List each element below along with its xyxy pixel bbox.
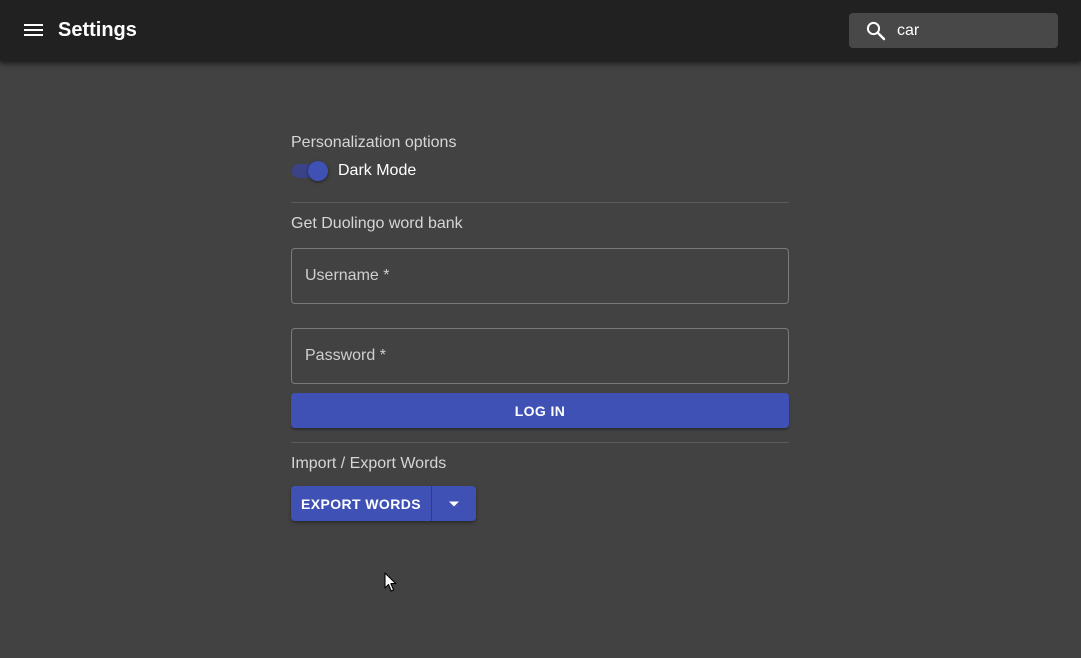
divider [291, 442, 789, 443]
dark-mode-toggle-row[interactable]: Dark Mode [291, 159, 416, 183]
search-icon [864, 19, 888, 43]
switch-thumb [308, 161, 328, 181]
username-input[interactable] [305, 249, 775, 303]
export-options-button[interactable] [432, 486, 476, 521]
mouse-cursor-icon [384, 572, 398, 593]
login-button[interactable]: LOG IN [291, 393, 789, 428]
username-field [291, 248, 789, 304]
search-box [849, 13, 1058, 48]
export-split-button: EXPORT WORDS [291, 486, 476, 521]
arrow-drop-down-icon [447, 496, 461, 511]
duolingo-title: Get Duolingo word bank [291, 215, 463, 232]
password-input[interactable] [305, 329, 775, 383]
divider [291, 202, 789, 203]
hamburger-menu-icon[interactable] [20, 17, 48, 45]
import-export-title: Import / Export Words [291, 455, 447, 472]
dark-mode-label: Dark Mode [338, 162, 417, 179]
search-input[interactable] [897, 13, 1047, 48]
dark-mode-switch[interactable] [291, 160, 329, 182]
password-field [291, 328, 789, 384]
personalization-title: Personalization options [291, 134, 457, 151]
export-words-button[interactable]: EXPORT WORDS [291, 486, 432, 521]
page-title: Settings [58, 19, 137, 41]
app-bar: Settings [0, 0, 1081, 61]
